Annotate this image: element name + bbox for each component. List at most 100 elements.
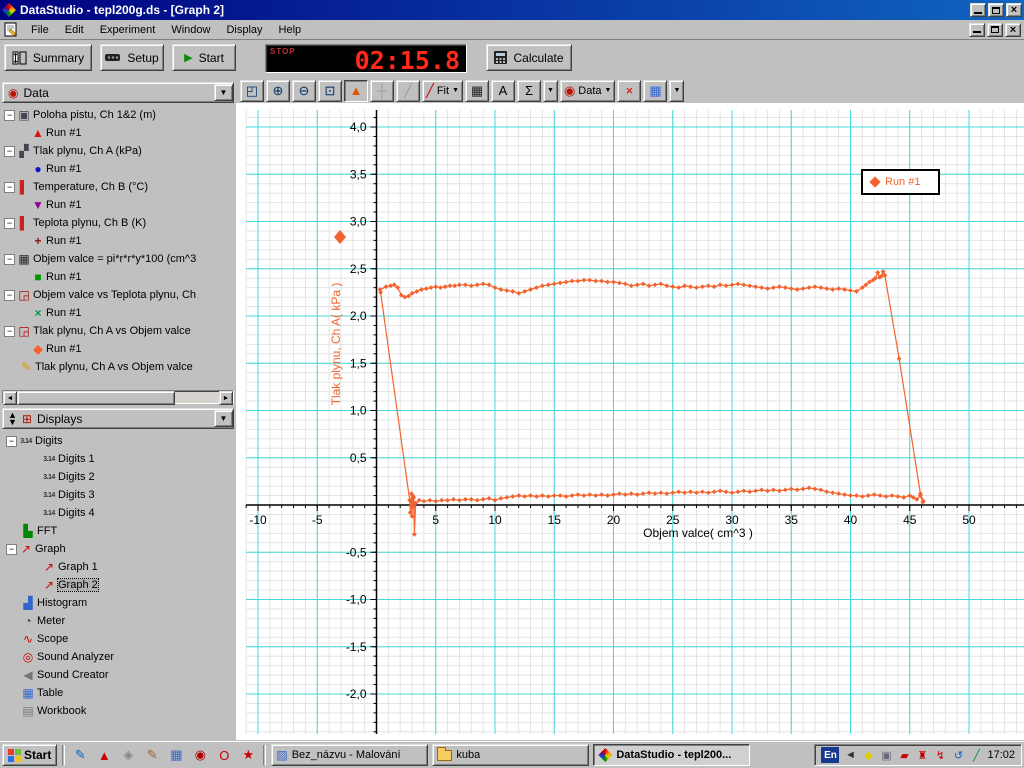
- zoom-select-button[interactable]: ⊡: [318, 79, 342, 102]
- display-item-graph[interactable]: − ↗ Graph: [0, 540, 234, 558]
- display-item-digits-1[interactable]: 3.14 Digits 1: [0, 450, 234, 468]
- quick-launch-bird-icon[interactable]: ◈: [118, 745, 138, 765]
- menu-experiment[interactable]: Experiment: [92, 22, 164, 38]
- task-button-1[interactable]: ▨ Bez_názvu - Malování: [271, 744, 429, 766]
- data-run-item[interactable]: ● Run #1: [0, 160, 234, 178]
- quick-launch-calculator-icon[interactable]: ▦: [166, 745, 186, 765]
- data-run-item[interactable]: + Run #1: [0, 232, 234, 250]
- smart-tool-lock-button[interactable]: ▲: [344, 79, 368, 102]
- red-figure-icon[interactable]: ♜: [914, 747, 930, 763]
- calculate-button[interactable]: Calculate: [486, 44, 572, 71]
- quick-launch-flame-icon[interactable]: ★: [238, 745, 258, 765]
- display-item-table[interactable]: ▦ Table: [0, 684, 234, 702]
- task-button-3[interactable]: DataStudio - tepl200...: [593, 744, 751, 766]
- scroll-right-icon[interactable]: ►: [219, 391, 233, 405]
- data-source-item[interactable]: − ▞ Tlak plynu, Ch A (kPa): [0, 142, 234, 160]
- scroll-left-icon[interactable]: ◄: [3, 391, 17, 405]
- calculator-tool-button[interactable]: ▦: [465, 79, 489, 102]
- display-item-sound-analyzer[interactable]: ◎ Sound Analyzer: [0, 648, 234, 666]
- statistics-button[interactable]: Σ: [517, 79, 541, 102]
- display-item-workbook[interactable]: ▤ Workbook: [0, 702, 234, 720]
- setup-button[interactable]: Setup: [100, 44, 164, 71]
- data-source-item[interactable]: − ▣ Poloha pistu, Ch 1&2 (m): [0, 106, 234, 124]
- expand-collapse-box[interactable]: −: [4, 217, 15, 229]
- display-item-digits[interactable]: −3.14 Digits: [0, 432, 234, 450]
- language-indicator[interactable]: En: [821, 747, 840, 763]
- expand-collapse-box[interactable]: −: [4, 253, 15, 265]
- display-item-fft[interactable]: ▙ FFT: [0, 522, 234, 540]
- delete-button[interactable]: ×: [617, 79, 642, 102]
- data-run-item[interactable]: ▼ Run #1: [0, 196, 234, 214]
- start-button[interactable]: ▶ Start: [172, 44, 236, 71]
- display-item-scope[interactable]: ∿ Scope: [0, 630, 234, 648]
- lightning-icon[interactable]: ↯: [932, 747, 948, 763]
- fit-menu-button[interactable]: ╱ Fit ▼: [422, 79, 463, 102]
- tray-pencil-icon[interactable]: ╱: [968, 747, 984, 763]
- expand-collapse-box[interactable]: −: [4, 145, 15, 157]
- legend-box[interactable]: Run #1: [861, 169, 940, 195]
- data-tree-hscrollbar[interactable]: ◄ ►: [2, 390, 234, 405]
- sync-arrows-icon[interactable]: ↺: [950, 747, 966, 763]
- document-icon[interactable]: [3, 22, 19, 37]
- statistics-dropdown-button[interactable]: ▼: [543, 79, 558, 102]
- display-item-meter[interactable]: ◔ Meter: [0, 612, 234, 630]
- data-panel-dropdown-button[interactable]: ▼: [214, 84, 233, 101]
- scheduler-icon[interactable]: ▣: [878, 747, 894, 763]
- graph-settings-dropdown-button[interactable]: ▼: [669, 79, 685, 102]
- scale-to-fit-button[interactable]: ◰: [240, 79, 264, 102]
- data-run-item[interactable]: ■ Run #1: [0, 268, 234, 286]
- data-source-item[interactable]: − ▦ Objem valce = pi*r*r*y*100 (cm^3: [0, 250, 234, 268]
- menu-file[interactable]: File: [23, 22, 57, 38]
- data-run-item[interactable]: × Run #1: [0, 304, 234, 322]
- mdi-minimize-button[interactable]: [969, 22, 985, 37]
- data-source-item[interactable]: − ◲ Objem valce vs Teplota plynu, Ch: [0, 286, 234, 304]
- expand-collapse-box[interactable]: −: [6, 435, 17, 447]
- mdi-close-button[interactable]: ×: [1005, 22, 1021, 37]
- zoom-in-button[interactable]: ⊕: [266, 79, 290, 102]
- quick-launch-notepad-icon[interactable]: ✎: [70, 745, 90, 765]
- expand-collapse-box[interactable]: −: [4, 109, 15, 121]
- slope-tool-button[interactable]: ╱: [396, 79, 420, 102]
- data-menu-button[interactable]: ◉ Data ▼: [559, 79, 616, 102]
- data-run-item[interactable]: ▲ Run #1: [0, 124, 234, 142]
- quick-launch-viewer-icon[interactable]: ◉: [190, 745, 210, 765]
- panel-resize-icon[interactable]: ▲ ▼: [8, 410, 17, 426]
- display-item-graph-1[interactable]: ↗ Graph 1: [0, 558, 234, 576]
- data-source-item[interactable]: − ◲ Tlak plynu, Ch A vs Objem valce: [0, 322, 234, 340]
- graph-settings-button[interactable]: ▦: [643, 79, 668, 102]
- data-source-item[interactable]: − ▌ Temperature, Ch B (°C): [0, 178, 234, 196]
- menu-display[interactable]: Display: [218, 22, 270, 38]
- restore-button[interactable]: [988, 3, 1004, 17]
- display-item-graph-2[interactable]: ↗ Graph 2: [0, 576, 234, 594]
- expand-collapse-box[interactable]: −: [4, 289, 15, 301]
- mdi-restore-button[interactable]: [987, 22, 1003, 37]
- display-item-digits-3[interactable]: 3.14 Digits 3: [0, 486, 234, 504]
- smart-cursor-button[interactable]: ┼: [370, 79, 394, 102]
- menu-window[interactable]: Window: [163, 22, 218, 38]
- expand-collapse-box[interactable]: −: [4, 325, 15, 337]
- plot-canvas[interactable]: -10 -5 5 10 15 20 25 30 35 40 45 50 4,0 3,5 3,0 2,5 2,0 1…: [236, 103, 1024, 740]
- display-item-digits-2[interactable]: 3.14 Digits 2: [0, 468, 234, 486]
- summary-button[interactable]: Summary: [4, 44, 92, 71]
- close-button[interactable]: ×: [1006, 3, 1022, 17]
- ati-icon[interactable]: ▰: [896, 747, 912, 763]
- data-run-item[interactable]: ◆ Run #1: [0, 340, 234, 358]
- quick-launch-opera-icon[interactable]: O: [214, 745, 234, 765]
- displays-panel-dropdown-button[interactable]: ▼: [214, 410, 233, 427]
- data-source-item[interactable]: − ▌ Teplota plynu, Ch B (K): [0, 214, 234, 232]
- quick-launch-acrobat-icon[interactable]: ▲: [94, 745, 114, 765]
- display-item-sound-creator[interactable]: ◀ Sound Creator: [0, 666, 234, 684]
- zoom-out-button[interactable]: ⊖: [292, 79, 316, 102]
- display-item-digits-4[interactable]: 3.14 Digits 4: [0, 504, 234, 522]
- text-tool-button[interactable]: A: [491, 79, 515, 102]
- start-menu-button[interactable]: Start: [2, 744, 58, 766]
- task-button-2[interactable]: kuba: [432, 744, 590, 766]
- menu-help[interactable]: Help: [271, 22, 310, 38]
- display-item-histogram[interactable]: ▟ Histogram: [0, 594, 234, 612]
- speaker-icon[interactable]: ◄: [842, 747, 858, 763]
- expand-collapse-box[interactable]: −: [6, 543, 17, 555]
- scroll-thumb[interactable]: [17, 391, 175, 405]
- yellow-diamond-icon[interactable]: ◆: [860, 747, 876, 763]
- minimize-button[interactable]: [970, 3, 986, 17]
- quick-launch-paint-pen-icon[interactable]: ✎: [142, 745, 162, 765]
